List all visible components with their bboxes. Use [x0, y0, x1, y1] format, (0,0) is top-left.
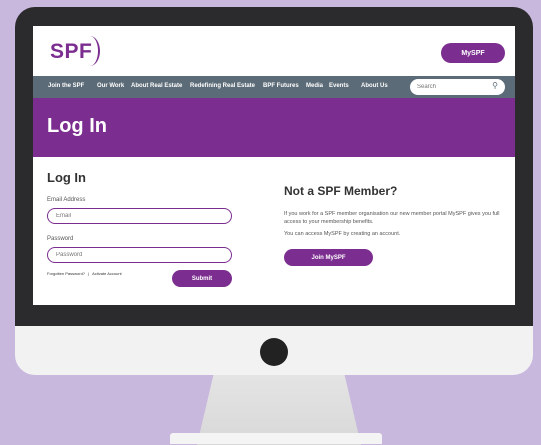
- nav-media[interactable]: Media: [306, 83, 323, 89]
- password-field[interactable]: [47, 247, 232, 263]
- nav-our-work[interactable]: Our Work: [97, 83, 124, 89]
- login-heading: Log In: [47, 170, 86, 185]
- nav-bpf-futures[interactable]: BPF Futures: [263, 83, 299, 89]
- monitor-stand-base: [170, 433, 382, 444]
- email-field[interactable]: [47, 208, 232, 224]
- search-icon[interactable]: ⚲: [492, 81, 498, 90]
- monitor-logo-dot: [260, 338, 288, 366]
- nav-about-real-estate[interactable]: About Real Estate: [131, 83, 182, 89]
- link-separator: |: [88, 271, 90, 276]
- nav-about-us[interactable]: About Us: [361, 83, 388, 89]
- myspf-button[interactable]: MySPF: [441, 43, 505, 63]
- nav-join-the-spf[interactable]: Join the SPF: [48, 83, 84, 89]
- email-label: Email Address: [47, 197, 86, 203]
- create-account-text: You can access MySPF by creating an acco…: [284, 231, 401, 237]
- password-label: Password: [47, 236, 74, 242]
- not-member-heading: Not a SPF Member?: [284, 184, 398, 198]
- member-portal-text: If you work for a SPF member organisatio…: [284, 211, 500, 225]
- join-myspf-button[interactable]: Join MySPF: [284, 249, 373, 266]
- nav-events[interactable]: Events: [329, 83, 349, 89]
- nav-redefining-real-estate[interactable]: Redefining Real Estate: [190, 83, 255, 89]
- search-input[interactable]: [417, 82, 487, 92]
- website-screen: SPF MySPF Join the SPF Our Work About Re…: [33, 26, 515, 305]
- page-title: Log In: [47, 115, 107, 137]
- site-header: SPF MySPF: [33, 26, 515, 76]
- search-box: ⚲: [410, 79, 505, 95]
- activate-account-link[interactable]: Activate Account: [92, 271, 124, 276]
- account-links: Forgotten Password? | Activate Account: [47, 271, 124, 276]
- forgotten-password-link[interactable]: Forgotten Password?: [47, 271, 87, 276]
- logo-arc-icon: [80, 36, 100, 66]
- submit-button[interactable]: Submit: [172, 270, 232, 287]
